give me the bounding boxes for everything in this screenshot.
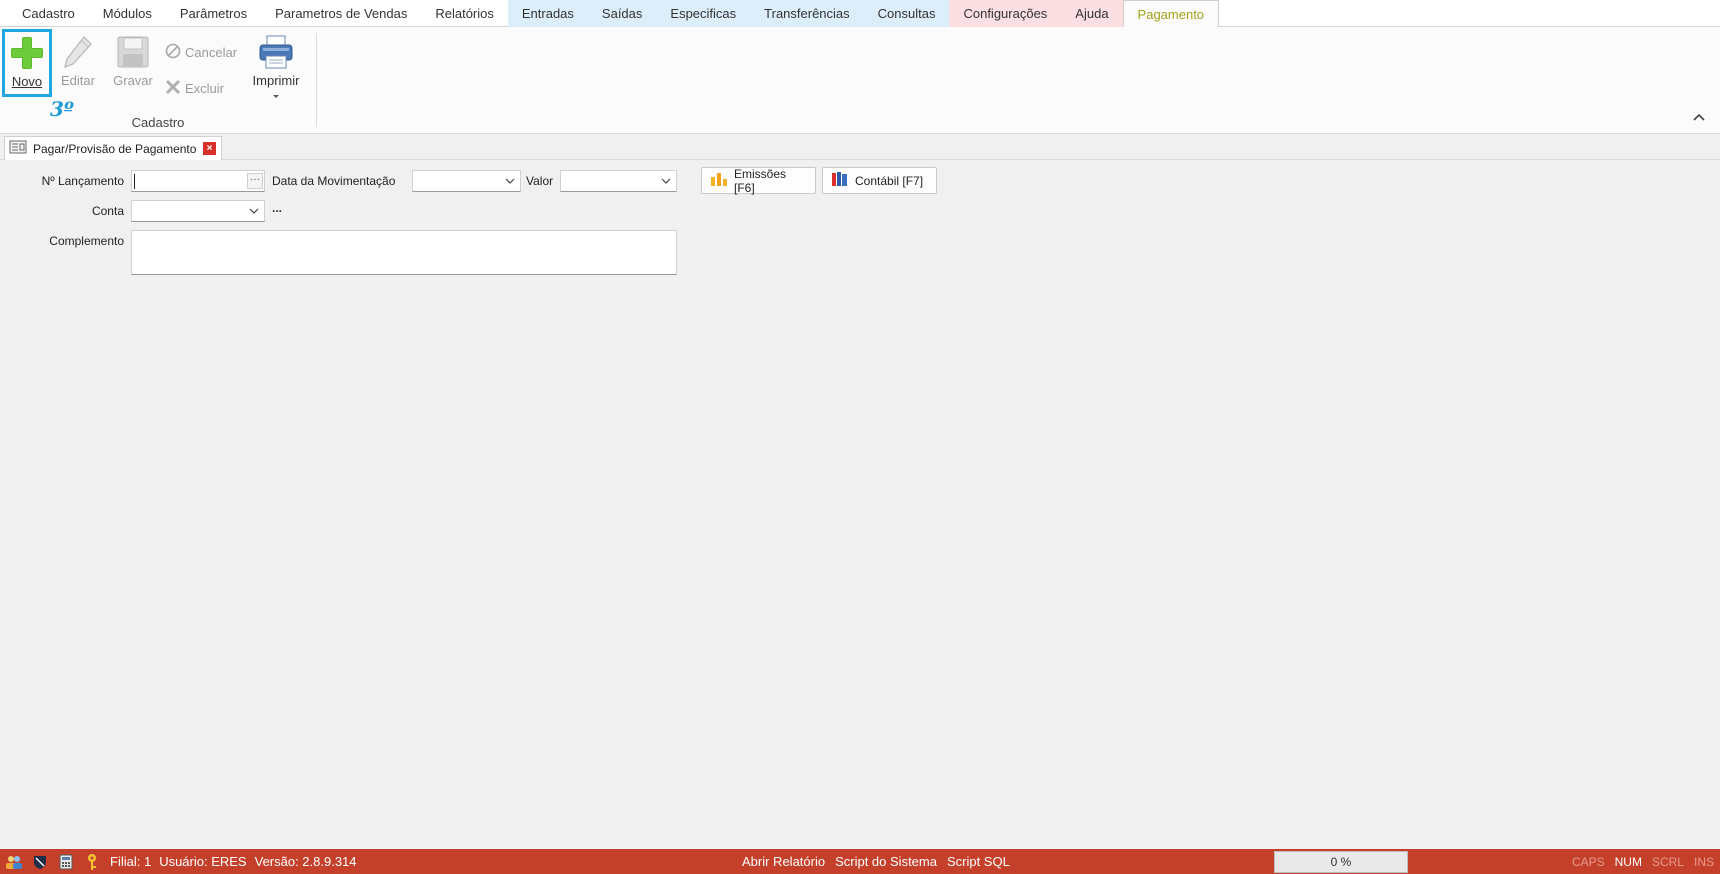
progress-indicator: 0 % — [1274, 851, 1408, 873]
script-sql-link[interactable]: Script SQL — [947, 854, 1010, 869]
close-icon[interactable]: × — [203, 142, 216, 155]
printer-icon — [256, 32, 296, 72]
tab-saidas[interactable]: Saídas — [587, 0, 657, 27]
status-filial: Filial: 1 — [110, 854, 152, 869]
tab-parametros-de-vendas[interactable]: Parametros de Vendas — [261, 0, 421, 27]
document-tab-title: Pagar/Provisão de Pagamento — [33, 141, 197, 156]
contabil-button[interactable]: Contábil [F7] — [822, 167, 937, 194]
caps-indicator: CAPS — [1571, 854, 1605, 869]
data-movimentacao-dropdown[interactable] — [412, 170, 521, 192]
pencil-icon — [58, 32, 98, 72]
status-versao: Versão: 2.8.9.314 — [254, 854, 357, 869]
document-tab-bar: Pagar/Provisão de Pagamento × — [0, 135, 1720, 160]
lancamento-label: Nº Lançamento — [41, 174, 124, 188]
lancamento-lookup-button[interactable]: ··· — [247, 173, 263, 189]
emissoes-label: Emissões [F6] — [734, 166, 787, 195]
chevron-down-icon — [247, 204, 261, 218]
num-indicator: NUM — [1614, 854, 1642, 869]
books-icon — [831, 171, 849, 190]
tab-pagamento[interactable]: Pagamento — [1122, 0, 1220, 28]
ins-indicator: INS — [1693, 854, 1714, 869]
emissoes-button[interactable]: Emissões [F6] — [701, 166, 816, 195]
excluir-button[interactable]: Excluir — [165, 79, 224, 98]
bar-chart-icon — [710, 171, 728, 190]
ribbon-collapse-button[interactable] — [1692, 111, 1706, 125]
novo-button[interactable]: Novo — [2, 29, 52, 97]
gravar-label: Gravar — [113, 73, 153, 88]
editar-label: Editar — [61, 73, 95, 88]
key-icon[interactable] — [82, 852, 102, 872]
gravar-button[interactable]: Gravar — [108, 32, 158, 88]
status-links: Abrir Relatório Script do Sistema Script… — [742, 849, 1010, 874]
data-movimentacao-label: Data da Movimentação — [272, 174, 396, 188]
form-document-icon — [9, 140, 27, 157]
tab-configuracoes[interactable]: Configurações — [949, 0, 1062, 27]
floppy-disk-icon — [113, 32, 153, 72]
tab-modulos[interactable]: Módulos — [89, 0, 166, 27]
conta-label: Conta — [91, 204, 124, 218]
lancamento-input[interactable]: ··· — [131, 170, 265, 192]
abrir-relatorio-link[interactable]: Abrir Relatório — [742, 854, 825, 869]
chevron-down-icon — [503, 174, 517, 188]
document-tab[interactable]: Pagar/Provisão de Pagamento × — [4, 136, 222, 160]
cancelar-button[interactable]: Cancelar — [165, 43, 237, 62]
imprimir-label: Imprimir — [252, 73, 300, 88]
cancelar-label: Cancelar — [185, 45, 238, 60]
text-caret — [134, 174, 135, 189]
tab-transferencias[interactable]: Transferências — [750, 0, 864, 27]
complemento-textarea[interactable] — [131, 230, 677, 275]
excluir-label: Excluir — [185, 81, 225, 96]
tab-ajuda[interactable]: Ajuda — [1061, 0, 1123, 27]
conta-dropdown[interactable] — [131, 200, 265, 222]
plus-icon — [7, 33, 47, 73]
status-icons — [0, 852, 110, 872]
valor-dropdown[interactable] — [560, 170, 677, 192]
conta-lookup-link[interactable]: ... — [272, 201, 282, 215]
shield-icon[interactable] — [30, 852, 50, 872]
calculator-icon[interactable] — [56, 852, 76, 872]
status-bar: Filial: 1 Usuário: ERES Versão: 2.8.9.31… — [0, 849, 1720, 874]
delete-x-icon — [165, 79, 181, 98]
chevron-down-icon — [272, 88, 280, 103]
novo-label: Novo — [11, 74, 43, 89]
chevron-down-icon — [659, 174, 673, 188]
form-area: Nº Lançamento ··· Data da Movimentação V… — [0, 161, 1720, 849]
tab-relatorios[interactable]: Relatórios — [421, 0, 508, 27]
cancel-circle-icon — [165, 43, 181, 62]
ribbon: Novo 3º Editar Gravar Cancelar Excluir I… — [0, 27, 1720, 134]
tab-cadastro[interactable]: Cadastro — [8, 0, 89, 27]
editar-button[interactable]: Editar — [56, 32, 100, 88]
script-sistema-link[interactable]: Script do Sistema — [835, 854, 937, 869]
status-usuario: Usuário: ERES — [159, 854, 247, 869]
complemento-label: Complemento — [49, 234, 124, 248]
contabil-label: Contábil [F7] — [855, 173, 924, 188]
valor-label: Valor — [526, 174, 554, 188]
tab-consultas[interactable]: Consultas — [863, 0, 950, 27]
menu-bar: Cadastro Módulos Parâmetros Parametros d… — [0, 0, 1720, 28]
keyboard-indicators: CAPS NUM SCRL INS — [1572, 849, 1714, 874]
users-icon[interactable] — [4, 852, 24, 872]
tab-entradas[interactable]: Entradas — [507, 0, 588, 27]
imprimir-button[interactable]: Imprimir — [246, 32, 306, 103]
ribbon-group-label: Cadastro — [131, 115, 185, 130]
ribbon-group-separator — [316, 33, 317, 127]
chevron-up-icon — [1693, 112, 1705, 124]
scrl-indicator: SCRL — [1651, 854, 1684, 869]
tab-parametros[interactable]: Parâmetros — [166, 0, 261, 27]
tab-especificas[interactable]: Especificas — [656, 0, 751, 27]
